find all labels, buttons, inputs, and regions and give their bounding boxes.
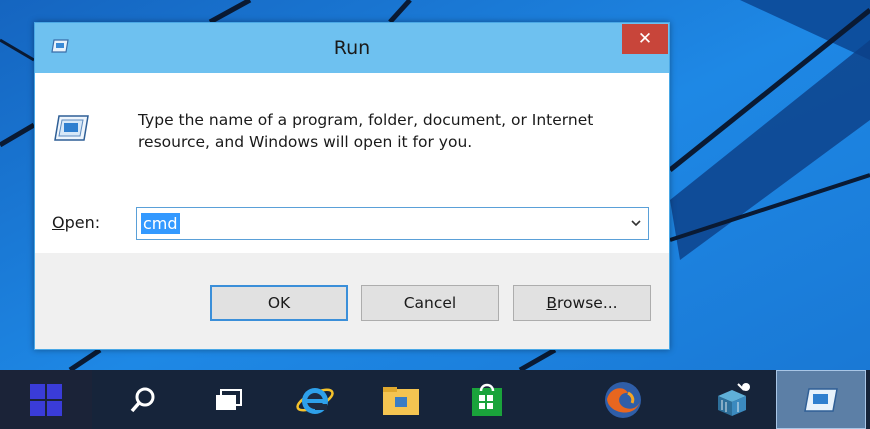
open-input[interactable]: cmd bbox=[141, 213, 180, 234]
close-icon: ✕ bbox=[637, 29, 653, 49]
windows-logo-icon bbox=[30, 383, 62, 416]
browse-button[interactable]: Browse... bbox=[513, 285, 651, 321]
firefox-icon bbox=[605, 381, 641, 418]
chevron-down-icon[interactable] bbox=[630, 217, 642, 229]
browse-label-text: rowse... bbox=[557, 294, 618, 312]
description-text: Type the name of a program, folder, docu… bbox=[138, 111, 594, 151]
taskbar-installer[interactable] bbox=[690, 370, 776, 429]
browse-accelerator: B bbox=[546, 294, 558, 312]
taskbar-run[interactable] bbox=[776, 370, 866, 429]
open-combobox[interactable]: cmd bbox=[136, 207, 649, 240]
open-label: Open: bbox=[52, 213, 100, 232]
ok-button[interactable]: OK bbox=[210, 285, 348, 321]
content-area: Type the name of a program, folder, docu… bbox=[35, 73, 669, 253]
open-label-accelerator: O bbox=[52, 213, 65, 232]
taskbar-task-view[interactable] bbox=[186, 370, 272, 429]
cancel-button[interactable]: Cancel bbox=[361, 285, 499, 321]
title-bar[interactable]: Run ✕ bbox=[35, 23, 669, 73]
task-view-icon bbox=[216, 388, 242, 410]
installer-icon bbox=[718, 382, 750, 416]
taskbar bbox=[0, 370, 870, 429]
internet-explorer-icon bbox=[296, 387, 334, 414]
store-icon bbox=[472, 383, 502, 416]
taskbar-internet-explorer[interactable] bbox=[272, 370, 358, 429]
close-button[interactable]: ✕ bbox=[622, 24, 668, 54]
window-title: Run bbox=[333, 37, 371, 59]
start-button[interactable] bbox=[0, 370, 92, 429]
run-icon bbox=[54, 115, 89, 141]
folder-icon bbox=[383, 386, 419, 415]
search-icon bbox=[130, 387, 155, 412]
taskbar-search[interactable] bbox=[100, 370, 186, 429]
run-icon bbox=[804, 387, 838, 412]
run-dialog: Run ✕ Type the name of a program, folder… bbox=[34, 22, 670, 350]
taskbar-store[interactable] bbox=[444, 370, 530, 429]
taskbar-file-explorer[interactable] bbox=[358, 370, 444, 429]
open-label-text: pen: bbox=[64, 213, 101, 232]
taskbar-firefox[interactable] bbox=[580, 370, 666, 429]
